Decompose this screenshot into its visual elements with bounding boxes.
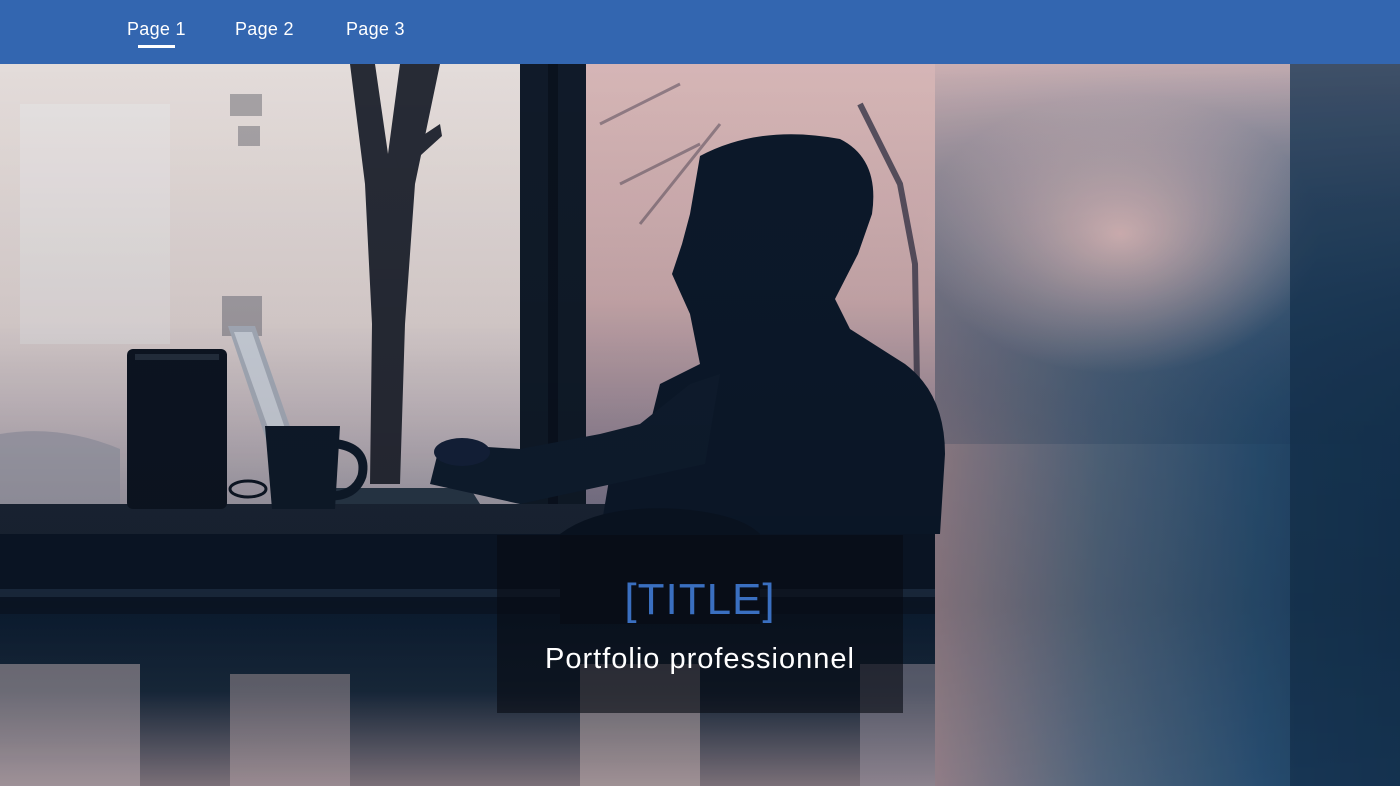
active-tab-indicator: [138, 45, 175, 48]
nav-item-page-3[interactable]: Page 3: [346, 0, 405, 64]
page-title: [TITLE]: [624, 575, 776, 624]
top-navigation-bar: Page 1 Page 2 Page 3: [0, 0, 1400, 64]
nav-item-label: Page 1: [127, 19, 186, 39]
nav-item-label: Page 2: [235, 19, 294, 39]
hero-banner: [TITLE] Portfolio professionnel: [0, 64, 1400, 786]
nav-item-label: Page 3: [346, 19, 405, 39]
nav-item-page-1[interactable]: Page 1: [127, 0, 186, 64]
page-subtitle: Portfolio professionnel: [545, 643, 855, 675]
title-card: [TITLE] Portfolio professionnel: [497, 535, 903, 713]
nav-item-page-2[interactable]: Page 2: [235, 0, 294, 64]
